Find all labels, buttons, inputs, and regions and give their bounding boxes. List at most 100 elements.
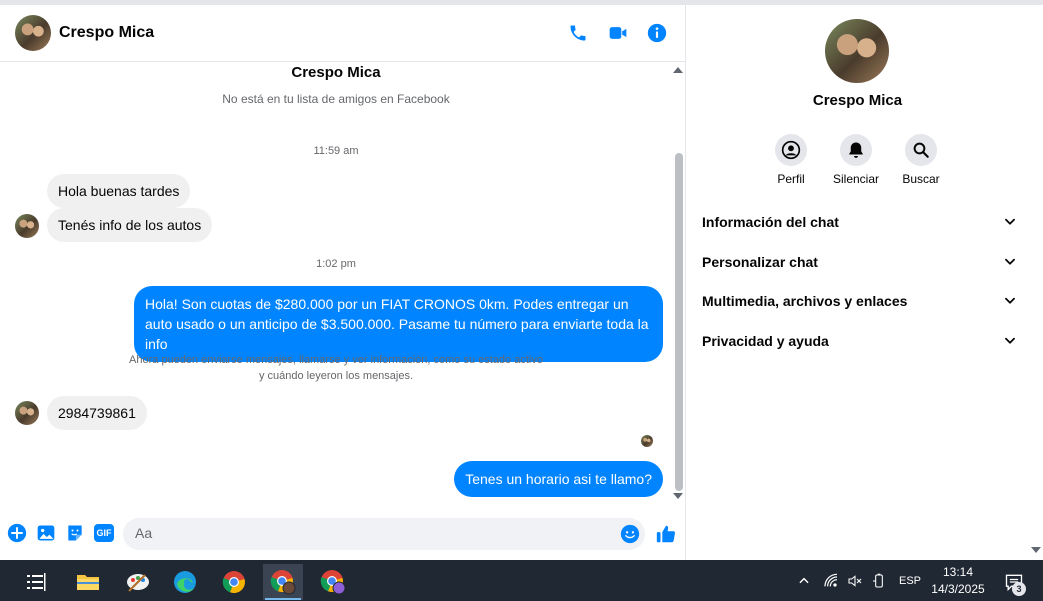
chevron-down-icon [1005, 337, 1015, 344]
notification-center-button[interactable]: 3 [996, 564, 1032, 600]
section-media-files-links[interactable]: Multimedia, archivos y enlaces [702, 289, 1017, 313]
user-circle-icon [781, 140, 801, 160]
page-scroll-down-arrow[interactable] [1031, 547, 1041, 553]
gif-label: GIF [96, 528, 112, 538]
thread-contact-name: Crespo Mica [291, 64, 381, 81]
taskbar-file-explorer[interactable] [68, 564, 108, 600]
incoming-message[interactable]: 2984739861 [47, 396, 147, 430]
notification-badge: 3 [1012, 582, 1026, 596]
connection-notice: Ahora pueden enviarse mensajes, llamarse… [0, 352, 672, 384]
conversation-info-button[interactable] [645, 21, 669, 45]
friend-status-note: No está en tu lista de amigos en Faceboo… [222, 92, 450, 106]
timestamp: 11:59 am [313, 145, 359, 157]
section-label: Personalizar chat [702, 254, 818, 270]
gif-button[interactable]: GIF [93, 523, 115, 543]
action-label: Silenciar [832, 172, 880, 186]
clock-time: 13:14 [942, 565, 974, 579]
send-like-button[interactable] [655, 523, 677, 545]
scroll-thumb[interactable] [675, 153, 683, 491]
chevron-down-icon [1005, 258, 1015, 265]
system-tray: ESP [797, 560, 921, 601]
speaker-muted-icon[interactable] [847, 573, 863, 589]
profile-avatar[interactable] [825, 19, 889, 83]
contact-name[interactable]: Crespo Mica [59, 24, 154, 42]
notice-line: Ahora pueden enviarse mensajes, llamarse… [129, 354, 543, 366]
incoming-message[interactable]: Tenés info de los autos [47, 208, 213, 242]
chat-scrollbar[interactable] [672, 63, 684, 503]
profile-action[interactable]: Perfil [756, 134, 826, 186]
taskbar-chrome[interactable] [214, 564, 254, 600]
action-label: Perfil [777, 172, 805, 186]
contact-avatar[interactable] [15, 15, 51, 51]
wifi-icon[interactable] [823, 573, 839, 589]
chrome-profile-icon [320, 570, 346, 595]
outgoing-message[interactable]: Tenes un horario asi te llamo? [454, 461, 663, 497]
emoji-icon [620, 524, 640, 544]
page-scrollbar[interactable] [1029, 5, 1043, 560]
taskbar-paint[interactable] [118, 564, 158, 600]
info-icon [647, 23, 667, 43]
windows-taskbar: ESP 13:14 14/3/2025 3 [0, 560, 1043, 601]
folder-icon [77, 575, 99, 590]
message-composer: GIF [0, 513, 686, 557]
mute-action[interactable]: Silenciar [821, 134, 891, 186]
message-list[interactable]: Crespo Mica No está en tu lista de amigo… [0, 63, 686, 503]
phone-icon [570, 25, 586, 41]
attach-photo-button[interactable] [36, 523, 56, 543]
search-button[interactable] [905, 134, 937, 166]
emoji-button[interactable] [620, 524, 640, 544]
plus-circle-icon [7, 523, 27, 543]
timestamp: 1:02 pm [316, 258, 356, 270]
more-actions-button[interactable] [7, 523, 27, 543]
taskbar-chrome-profile[interactable] [313, 564, 353, 600]
section-customize-chat[interactable]: Personalizar chat [702, 250, 1017, 274]
section-label: Privacidad y ayuda [702, 333, 829, 349]
chrome-browser-icon [222, 571, 245, 594]
sender-avatar[interactable] [15, 214, 39, 238]
message-input[interactable] [135, 525, 605, 541]
sender-avatar[interactable] [15, 401, 39, 425]
chevron-up-icon[interactable] [797, 574, 811, 588]
action-label: Buscar [902, 172, 940, 186]
mute-button[interactable] [840, 134, 872, 166]
voice-call-button[interactable] [566, 21, 590, 45]
taskbar-clock[interactable]: 13:14 14/3/2025 [925, 564, 991, 598]
task-view-button[interactable] [16, 564, 56, 600]
taskbar-chrome-profile-active[interactable] [263, 564, 303, 600]
video-camera-icon [609, 27, 627, 39]
message-input-wrapper [123, 518, 645, 550]
seen-receipt-avatar [641, 435, 653, 447]
incoming-message[interactable]: Hola buenas tardes [47, 174, 191, 208]
bell-icon [849, 142, 863, 158]
conversation-info-panel: Crespo Mica Perfil Silenciar Buscar Info… [687, 5, 1028, 560]
image-icon [37, 525, 55, 541]
sticker-icon [68, 525, 82, 541]
notice-line: y cuándo leyeron los mensajes. [258, 370, 414, 382]
chat-header: Crespo Mica [0, 5, 686, 62]
task-view-icon [27, 573, 46, 591]
thumbs-up-icon [656, 525, 676, 543]
outgoing-message[interactable]: Hola! Son cuotas de $280.000 por un FIAT… [134, 286, 663, 362]
scroll-down-arrow[interactable] [673, 493, 683, 499]
chrome-profile-icon [270, 570, 296, 595]
chat-pane: Crespo Mica Crespo Mica No está en tu li… [0, 5, 686, 560]
gif-icon: GIF [94, 524, 114, 542]
section-privacy-help[interactable]: Privacidad y ayuda [702, 329, 1017, 353]
section-chat-info[interactable]: Información del chat [702, 210, 1017, 234]
profile-name: Crespo Mica [812, 92, 903, 109]
search-action[interactable]: Buscar [886, 134, 956, 186]
scroll-up-arrow[interactable] [673, 67, 683, 73]
search-icon [913, 142, 929, 158]
sticker-button[interactable] [65, 523, 85, 543]
notification-count: 3 [1016, 584, 1022, 594]
input-language-indicator[interactable]: ESP [899, 575, 921, 587]
profile-button[interactable] [775, 134, 807, 166]
video-call-button[interactable] [606, 21, 630, 45]
chevron-down-icon [1005, 297, 1015, 304]
section-label: Información del chat [702, 214, 839, 230]
battery-icon[interactable] [871, 573, 887, 589]
messenger-window: Crespo Mica Crespo Mica No está en tu li… [0, 0, 1043, 560]
edge-browser-icon [174, 571, 196, 593]
clock-date: 14/3/2025 [931, 582, 985, 596]
taskbar-edge[interactable] [165, 564, 205, 600]
